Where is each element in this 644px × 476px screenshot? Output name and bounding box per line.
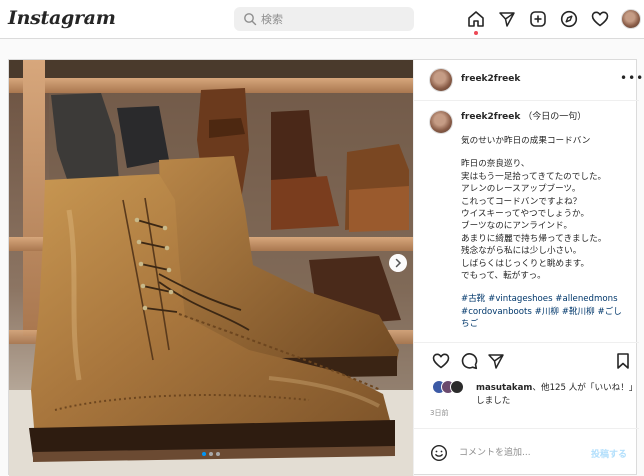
caption-line: 気のせいか昨日の成果コードバン	[461, 136, 591, 146]
caption-line: ウイスキーってやつでしょうか。	[461, 209, 590, 220]
plus-square-icon[interactable]	[528, 9, 548, 29]
compass-icon[interactable]	[559, 9, 579, 29]
caption-line: 昨日の奈良巡り、	[461, 159, 530, 170]
liker-username[interactable]: masutakam	[476, 383, 532, 393]
post-comment-button[interactable]: 投稿する	[591, 447, 627, 460]
caption-username[interactable]: freek2freek	[461, 112, 520, 122]
search-icon	[244, 13, 257, 26]
bookmark-icon[interactable]	[613, 351, 633, 371]
avatar[interactable]	[621, 9, 641, 29]
post-photo[interactable]	[9, 60, 413, 476]
home-icon[interactable]	[466, 9, 486, 29]
instagram-logo[interactable]: Instagram	[8, 7, 116, 29]
caption-line: でもって、転がすっ。	[461, 271, 546, 282]
caption-hashtags[interactable]: #古靴 #vintageshoes #allenedmons #cordovan…	[461, 293, 629, 330]
top-navigation-bar: Instagram ⌄	[0, 0, 644, 39]
caption-line: 実はもう一足拾ってきてたのでした。	[461, 171, 607, 182]
comment-input[interactable]	[459, 444, 579, 462]
like-heart-icon[interactable]	[431, 351, 451, 371]
notification-dot	[474, 31, 478, 35]
add-comment-bar: 投稿する	[414, 428, 639, 476]
emoji-smile-icon[interactable]	[430, 444, 448, 462]
search-box[interactable]	[234, 7, 414, 31]
caption-line: これってコードバンですよね？	[461, 196, 582, 207]
carousel-dot	[209, 452, 213, 456]
caption-author-avatar[interactable]	[430, 111, 452, 133]
post-header: freek2freek •••	[414, 60, 643, 101]
caption-title: （今日の一句）	[523, 112, 587, 122]
post-date[interactable]: 3日前	[430, 408, 448, 418]
likes-text: masutakam、他125 人が「いいね！」しました	[476, 382, 636, 407]
carousel-dot	[216, 452, 220, 456]
paper-plane-icon[interactable]	[497, 9, 517, 29]
caption-line: ブーツなのにアンラインド。	[461, 221, 573, 232]
comment-bubble-icon[interactable]	[459, 351, 479, 371]
liker-avatar	[450, 380, 464, 394]
share-paper-plane-icon[interactable]	[486, 351, 506, 371]
carousel-dot-active	[202, 452, 206, 456]
more-options-icon[interactable]: •••	[620, 71, 644, 85]
post-details-panel: freek2freek ••• freek2freek （今日の一句） 気のせい…	[413, 60, 643, 476]
caption-line	[461, 147, 629, 158]
caption-body: 気のせいか昨日の成果コードバン 昨日の奈良巡り、 実はもう一足拾ってきてたのでした。…	[461, 135, 629, 293]
heart-icon[interactable]	[590, 9, 610, 29]
author-avatar[interactable]	[430, 69, 452, 91]
next-image-button[interactable]	[389, 254, 407, 272]
caption-line: しばらくはじっくりと眺めます。	[461, 258, 590, 269]
carousel-indicator	[199, 452, 229, 458]
post-actions: masutakam、他125 人が「いいね！」しました 3日前	[414, 342, 639, 428]
caption-line: アレンのレースアップブーツ。	[461, 184, 581, 195]
caption-header: freek2freek （今日の一句）	[461, 111, 629, 124]
caption-line: あまりに綺麗で持ち帰ってきました。	[461, 233, 607, 244]
author-username[interactable]: freek2freek	[461, 74, 520, 84]
post-card: freek2freek ••• freek2freek （今日の一句） 気のせい…	[8, 59, 643, 476]
caption-line	[461, 282, 629, 293]
liker-avatars[interactable]	[432, 380, 476, 396]
post-caption: freek2freek （今日の一句） 気のせいか昨日の成果コードバン 昨日の奈良…	[461, 111, 629, 343]
boots-photo-image	[9, 60, 413, 476]
caption-line: 残念ながら私には少し小さい。	[461, 246, 582, 257]
chevron-down-icon[interactable]: ⌄	[84, 13, 92, 23]
search-input[interactable]	[261, 10, 406, 28]
